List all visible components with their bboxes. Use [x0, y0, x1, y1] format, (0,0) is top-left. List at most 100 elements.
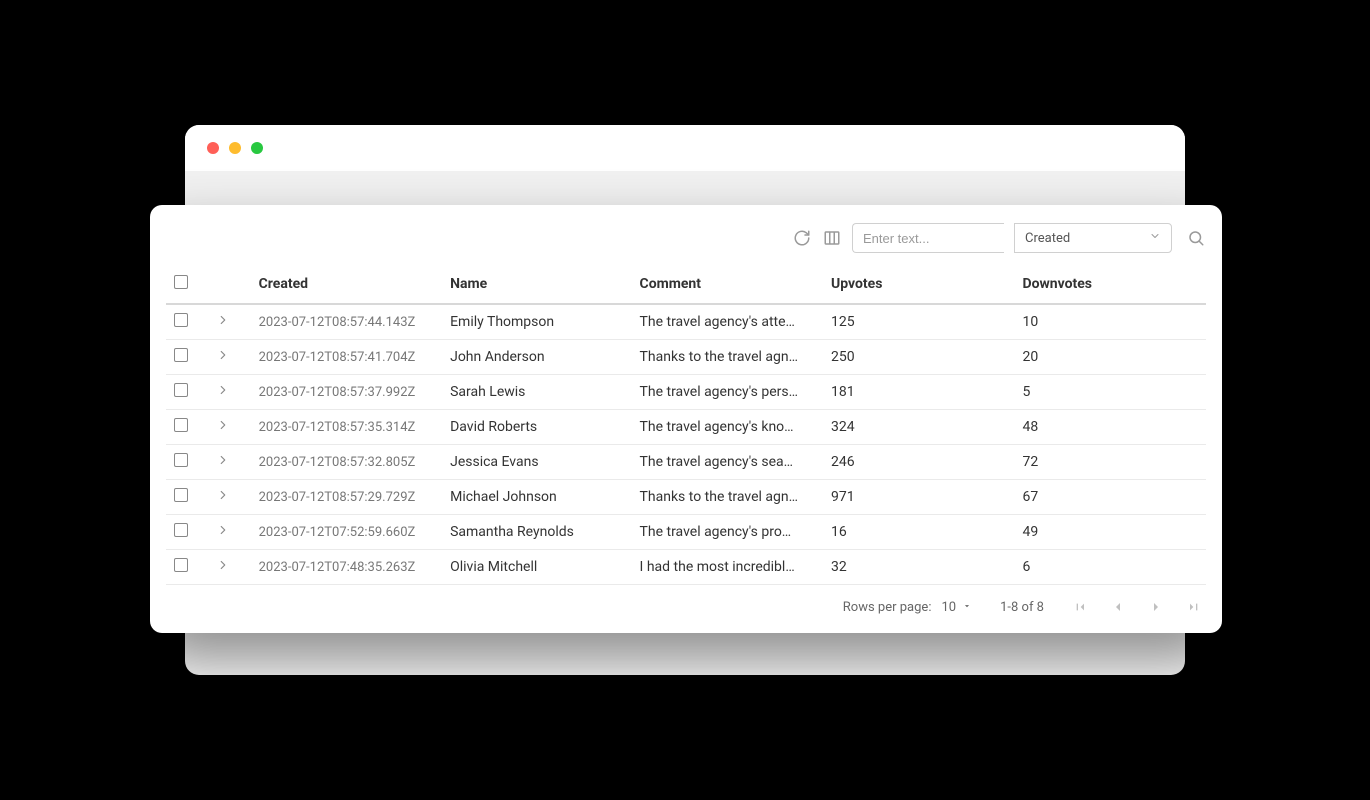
cell-comment: The travel agency's pro…	[632, 515, 823, 550]
table-row: 2023-07-12T08:57:41.704ZJohn AndersonTha…	[166, 340, 1206, 375]
table-row: 2023-07-12T07:52:59.660ZSamantha Reynold…	[166, 515, 1206, 550]
cell-comment: The travel agency's kno…	[632, 410, 823, 445]
cell-upvotes: 971	[823, 480, 1014, 515]
cell-created: 2023-07-12T08:57:29.729Z	[251, 480, 442, 515]
cell-name: Jessica Evans	[442, 445, 631, 480]
refresh-icon[interactable]	[792, 228, 812, 248]
row-checkbox[interactable]	[174, 488, 188, 502]
window-zoom-icon[interactable]	[251, 142, 263, 154]
rows-per-page-select[interactable]: 10	[941, 600, 972, 615]
row-checkbox[interactable]	[174, 523, 188, 537]
cell-name: Emily Thompson	[442, 304, 631, 340]
row-select-cell	[166, 410, 208, 445]
chevron-right-icon[interactable]	[216, 418, 230, 432]
row-expand-cell	[208, 515, 250, 550]
row-expand-cell	[208, 550, 250, 585]
rows-per-page-value: 10	[941, 600, 956, 615]
row-checkbox[interactable]	[174, 383, 188, 397]
chevron-right-icon[interactable]	[216, 383, 230, 397]
row-checkbox[interactable]	[174, 313, 188, 327]
col-header-comment[interactable]: Comment	[632, 265, 823, 304]
pagination-range: 1-8 of 8	[1000, 600, 1044, 615]
cell-upvotes: 250	[823, 340, 1014, 375]
rows-per-page-label: Rows per page:	[843, 600, 932, 615]
cell-created: 2023-07-12T08:57:44.143Z	[251, 304, 442, 340]
expand-header	[208, 265, 250, 304]
row-expand-cell	[208, 480, 250, 515]
cell-comment: The travel agency's atte…	[632, 304, 823, 340]
row-expand-cell	[208, 304, 250, 340]
chevron-right-icon[interactable]	[216, 348, 230, 362]
cell-comment: Thanks to the travel agn…	[632, 480, 823, 515]
pager	[1072, 599, 1202, 615]
chevron-right-icon[interactable]	[216, 488, 230, 502]
chevron-right-icon[interactable]	[216, 523, 230, 537]
row-checkbox[interactable]	[174, 558, 188, 572]
cell-name: John Anderson	[442, 340, 631, 375]
table-row: 2023-07-12T08:57:37.992ZSarah LewisThe t…	[166, 375, 1206, 410]
col-header-upvotes[interactable]: Upvotes	[823, 265, 1014, 304]
cell-created: 2023-07-12T07:52:59.660Z	[251, 515, 442, 550]
cell-upvotes: 324	[823, 410, 1014, 445]
select-all-checkbox[interactable]	[174, 275, 188, 289]
cell-upvotes: 16	[823, 515, 1014, 550]
chevron-right-icon[interactable]	[216, 313, 230, 327]
filter-column-select[interactable]: Created	[1014, 223, 1172, 253]
cell-downvotes: 20	[1014, 340, 1206, 375]
cell-created: 2023-07-12T08:57:41.704Z	[251, 340, 442, 375]
cell-name: Olivia Mitchell	[442, 550, 631, 585]
row-checkbox[interactable]	[174, 348, 188, 362]
first-page-icon[interactable]	[1072, 599, 1088, 615]
filter-column-value: Created	[1025, 231, 1070, 246]
columns-icon[interactable]	[822, 228, 842, 248]
row-expand-cell	[208, 340, 250, 375]
next-page-icon[interactable]	[1148, 599, 1164, 615]
col-header-name[interactable]: Name	[442, 265, 631, 304]
prev-page-icon[interactable]	[1110, 599, 1126, 615]
cell-name: David Roberts	[442, 410, 631, 445]
col-header-created[interactable]: Created	[251, 265, 442, 304]
chevron-right-icon[interactable]	[216, 453, 230, 467]
cell-comment: The travel agency's pers…	[632, 375, 823, 410]
cell-name: Sarah Lewis	[442, 375, 631, 410]
select-all-header	[166, 265, 208, 304]
chevron-down-icon	[1149, 230, 1161, 246]
row-select-cell	[166, 550, 208, 585]
cell-comment: I had the most incredibl…	[632, 550, 823, 585]
col-header-downvotes[interactable]: Downvotes	[1014, 265, 1206, 304]
cell-upvotes: 181	[823, 375, 1014, 410]
cell-name: Michael Johnson	[442, 480, 631, 515]
search-input[interactable]	[852, 223, 1004, 253]
cell-downvotes: 10	[1014, 304, 1206, 340]
window-close-icon[interactable]	[207, 142, 219, 154]
row-select-cell	[166, 340, 208, 375]
cell-created: 2023-07-12T08:57:35.314Z	[251, 410, 442, 445]
row-checkbox[interactable]	[174, 418, 188, 432]
cell-name: Samantha Reynolds	[442, 515, 631, 550]
row-select-cell	[166, 480, 208, 515]
cell-upvotes: 246	[823, 445, 1014, 480]
row-select-cell	[166, 445, 208, 480]
row-select-cell	[166, 515, 208, 550]
row-select-cell	[166, 304, 208, 340]
last-page-icon[interactable]	[1186, 599, 1202, 615]
row-checkbox[interactable]	[174, 453, 188, 467]
row-expand-cell	[208, 410, 250, 445]
cell-upvotes: 125	[823, 304, 1014, 340]
table-header-row: Created Name Comment Upvotes Downvotes	[166, 265, 1206, 304]
rows-per-page: Rows per page: 10	[843, 600, 972, 615]
table-row: 2023-07-12T08:57:32.805ZJessica EvansThe…	[166, 445, 1206, 480]
cell-upvotes: 32	[823, 550, 1014, 585]
cell-downvotes: 49	[1014, 515, 1206, 550]
window-minimize-icon[interactable]	[229, 142, 241, 154]
chevron-right-icon[interactable]	[216, 558, 230, 572]
cell-downvotes: 67	[1014, 480, 1206, 515]
caret-down-icon	[962, 600, 972, 615]
data-table: Created Name Comment Upvotes Downvotes 2…	[166, 265, 1206, 585]
row-select-cell	[166, 375, 208, 410]
cell-downvotes: 5	[1014, 375, 1206, 410]
table-row: 2023-07-12T07:48:35.263ZOlivia MitchellI…	[166, 550, 1206, 585]
search-icon[interactable]	[1186, 228, 1206, 248]
table-footer: Rows per page: 10 1-8 of 8	[166, 585, 1206, 625]
cell-created: 2023-07-12T08:57:37.992Z	[251, 375, 442, 410]
